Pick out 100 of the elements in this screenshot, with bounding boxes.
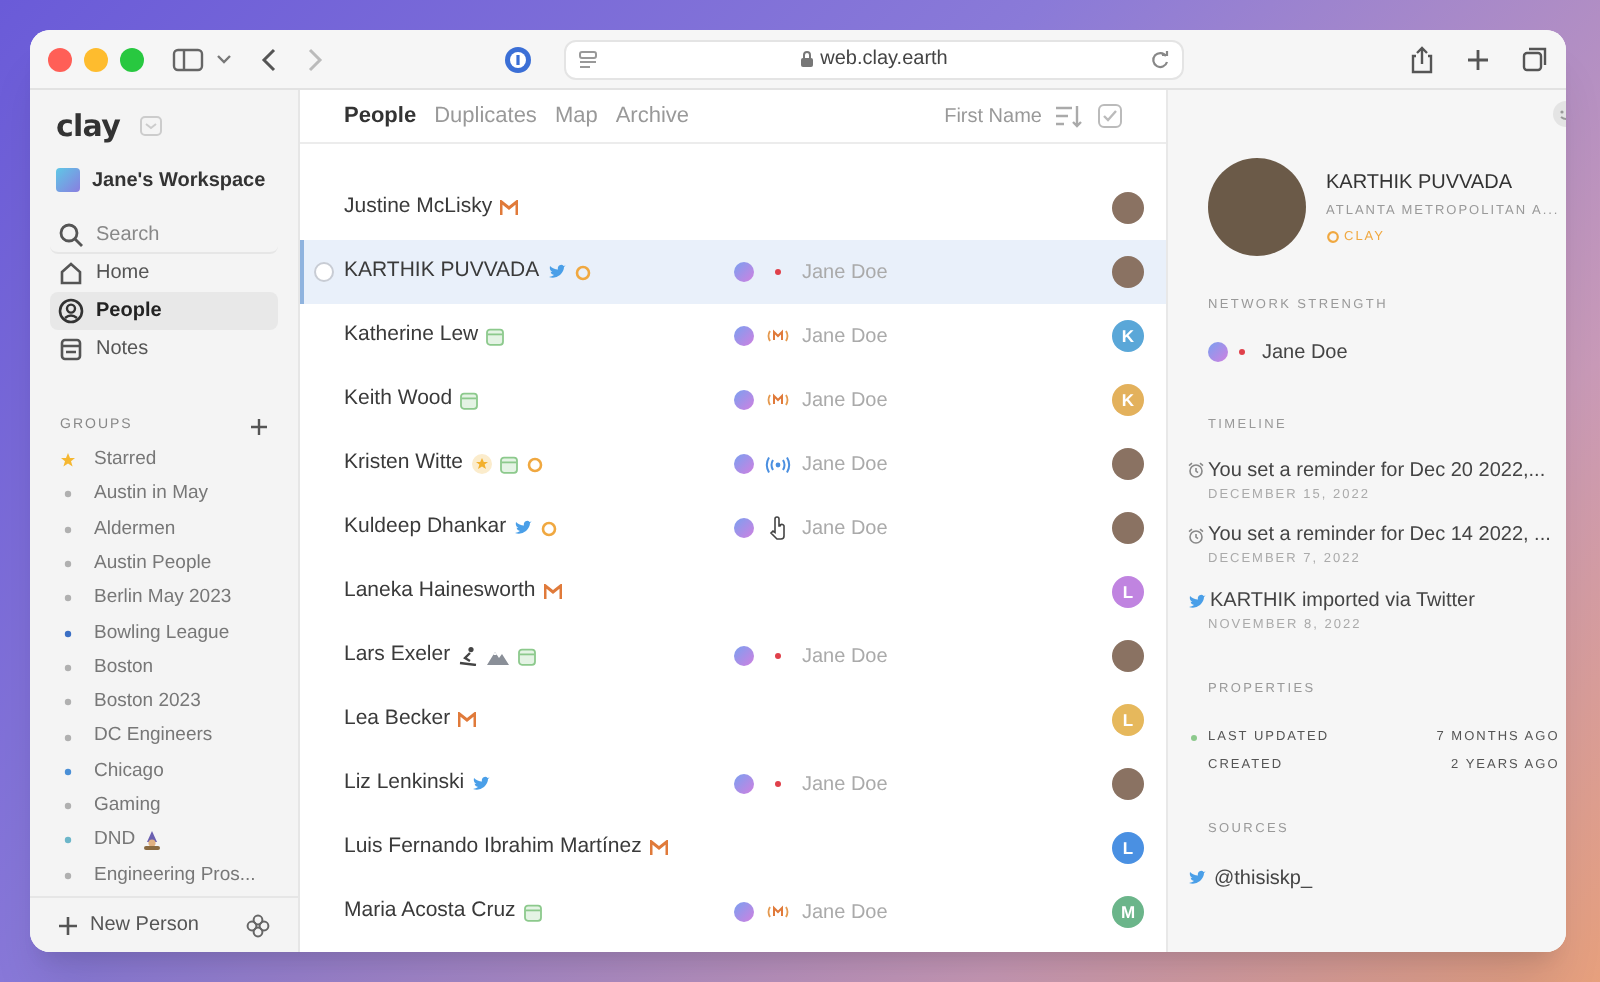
person-row[interactable]: Katherine Lew Jane Doe K [300, 304, 1166, 368]
tabs-overview-icon[interactable] [1522, 46, 1548, 72]
person-name: KARTHIK PUVVADA [344, 256, 540, 287]
group-item[interactable]: Starred [60, 443, 268, 478]
avatar-icon [734, 262, 754, 282]
address-bar[interactable]: web.clay.earth [564, 39, 1184, 79]
person-row[interactable]: Keith Wood Jane Doe K [300, 368, 1166, 432]
sun-icon [1326, 229, 1340, 244]
workspace-switcher[interactable]: Jane's Workspace [30, 158, 298, 202]
nav-item[interactable]: Notes [50, 330, 278, 368]
window-control-icon[interactable] [120, 47, 144, 71]
person-name: Keith Wood [344, 384, 453, 415]
person-row[interactable]: Justine McLisky [300, 176, 1166, 240]
avatar-icon [734, 518, 754, 538]
contact-name: Jane Doe [802, 643, 888, 671]
person-name: Katherine Lew [344, 320, 479, 351]
forward-icon[interactable] [304, 45, 324, 73]
photo-placeholder [1112, 768, 1144, 800]
person-name: Luis Fernando Ibrahim Martínez [344, 832, 642, 863]
person-row[interactable]: Maria Acosta Cruz Jane Doe M [300, 880, 1166, 944]
group-item[interactable]: Chicago [60, 754, 268, 789]
person-name: Kuldeep Dhankar [344, 512, 507, 543]
back-icon[interactable] [260, 45, 280, 73]
sort-icon[interactable] [1054, 104, 1082, 128]
sidebar-toggle-icon[interactable] [172, 47, 204, 71]
timeline-text: You set a reminder for Dec 20 2022,... [1208, 457, 1546, 485]
logo-text: clay [56, 105, 120, 148]
person-name: Laneka Hainesworth [344, 576, 536, 607]
nav-item[interactable]: Home [50, 254, 278, 292]
person-name: Kristen Witte [344, 448, 464, 479]
group-item[interactable]: Engineering Pros... [60, 858, 268, 893]
photo-placeholder [1112, 448, 1144, 480]
page-icon [578, 49, 598, 69]
contact-name: Jane Doe [802, 771, 888, 799]
person-row[interactable]: Lea Becker L [300, 688, 1166, 752]
contact-name: Jane Doe [802, 899, 888, 927]
new-tab-icon[interactable] [1466, 47, 1490, 71]
contact-name: Jane Doe [802, 323, 888, 351]
group-item[interactable]: Bowling League [60, 615, 268, 651]
avatar: L [1112, 576, 1144, 608]
group-item[interactable]: DC Engineers [60, 719, 268, 755]
person-name: Lars Exeler [344, 640, 451, 671]
avatar-icon [734, 326, 754, 346]
avatar: K [1112, 320, 1144, 352]
contact-name: Jane Doe [802, 387, 888, 415]
person-icon [58, 298, 84, 324]
avatar: M [1112, 896, 1144, 928]
tab[interactable]: People [344, 99, 417, 133]
chevron-down-icon[interactable] [216, 53, 232, 65]
group-item[interactable]: Boston 2023 [60, 685, 268, 720]
avatar-icon [734, 902, 754, 922]
photo-placeholder [1112, 640, 1144, 672]
person-row[interactable]: Kuldeep Dhankar Jane Doe [300, 496, 1166, 560]
home-icon [58, 260, 84, 286]
add-icon[interactable] [250, 417, 268, 436]
group-item[interactable]: Boston [60, 650, 268, 686]
lock-icon [800, 50, 815, 68]
person-name: Maria Acosta Cruz [344, 896, 516, 927]
person-name: Lea Becker [344, 704, 451, 735]
person-row[interactable]: KARTHIK PUVVADA Jane Doe [300, 240, 1166, 304]
timeline-text: You set a reminder for Dec 14 2022, ... [1208, 522, 1551, 551]
timeline-text: KARTHIK imported via Twitter [1210, 588, 1475, 616]
contact-name: Jane Doe [802, 515, 888, 543]
new-person-button[interactable]: New Person [58, 910, 199, 940]
search-icon [58, 221, 84, 247]
reload-icon[interactable] [1150, 49, 1170, 69]
password-manager-icon[interactable] [504, 45, 532, 73]
person-row[interactable]: Kristen Witte Jane Doe [300, 432, 1166, 496]
contact-name: Jane Doe [1262, 339, 1348, 368]
select-checkbox[interactable] [314, 262, 334, 282]
group-item[interactable]: Austin People [60, 546, 268, 582]
photo-placeholder [1112, 192, 1144, 224]
group-item[interactable]: DND [60, 823, 268, 859]
contact-name: Jane Doe [802, 451, 888, 479]
avatar-icon [734, 646, 754, 666]
group-item[interactable]: Austin in May [60, 477, 268, 513]
notes-icon [58, 336, 84, 362]
contact-name: Jane Doe [802, 259, 888, 287]
group-item[interactable]: Gaming [60, 788, 268, 824]
avatar: L [1112, 832, 1144, 864]
person-row[interactable]: Luis Fernando Ibrahim Martínez L [300, 816, 1166, 880]
avatar-icon [734, 774, 754, 794]
avatar-icon [1208, 342, 1228, 363]
share-icon[interactable] [1410, 45, 1434, 73]
select-icon[interactable] [1098, 104, 1122, 128]
nav-item[interactable]: People [50, 292, 278, 330]
person-row[interactable]: Laneka Hainesworth L [300, 560, 1166, 624]
source-handle[interactable]: @thisiskp_ [1214, 863, 1313, 894]
group-item[interactable]: Aldermen [60, 512, 268, 547]
flower-icon[interactable] [246, 913, 270, 937]
group-item[interactable]: Berlin May 2023 [60, 581, 268, 616]
person-name: Liz Lenkinski [344, 768, 465, 799]
photo-placeholder [1112, 256, 1144, 288]
photo-placeholder [1208, 158, 1306, 256]
person-row[interactable]: Lars Exeler Jane Doe [300, 624, 1166, 688]
window-control-icon[interactable] [48, 47, 72, 71]
avatar: K [1112, 384, 1144, 416]
profile-name: KARTHIK PUVVADA [1326, 169, 1514, 198]
person-row[interactable]: Liz Lenkinski Jane Doe [300, 752, 1166, 816]
avatar-icon [734, 390, 754, 410]
